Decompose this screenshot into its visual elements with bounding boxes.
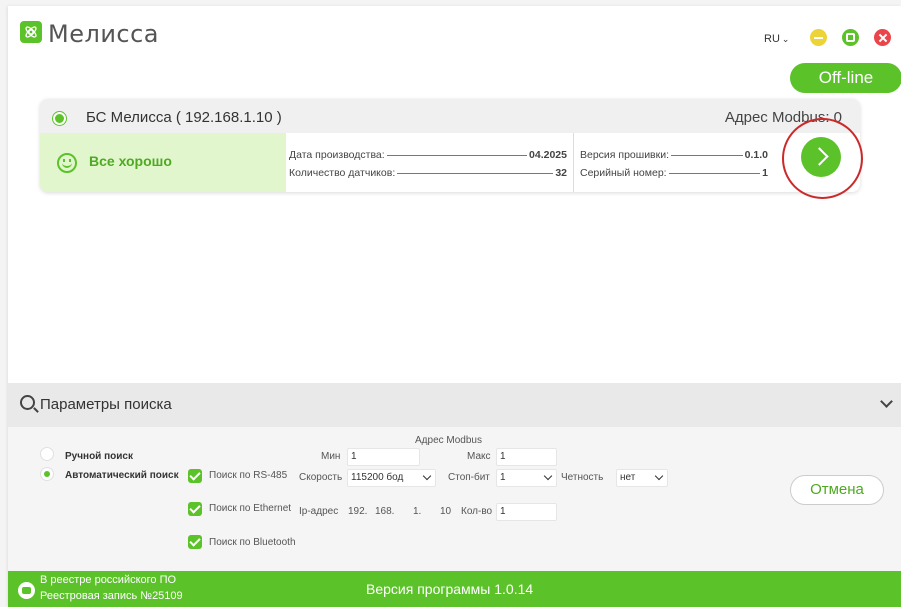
bluetooth-label: Поиск по Bluetooth — [209, 537, 296, 548]
ip-octet-3[interactable]: 1. — [413, 506, 421, 517]
ethernet-label: Поиск по Ethernet — [209, 503, 292, 514]
manual-search-radio[interactable] — [40, 447, 54, 461]
registry-line-2: Реестровая запись №25109 — [40, 590, 183, 602]
auto-search-radio[interactable] — [40, 467, 54, 481]
speed-select[interactable]: 115200 бод — [347, 469, 436, 487]
chevron-down-icon — [422, 471, 432, 481]
parity-label: Четность — [561, 472, 604, 483]
chevron-down-icon: ⌄ — [781, 34, 790, 44]
manual-search-label: Ручной поиск — [65, 451, 133, 462]
auto-search-label: Автоматический поиск — [65, 470, 179, 481]
search-params-header[interactable]: Параметры поиска — [8, 383, 901, 427]
rs485-checkbox[interactable] — [188, 469, 202, 483]
parity-select[interactable]: нет — [616, 469, 668, 487]
min-address-input[interactable]: 1 — [347, 448, 420, 466]
device-name: БС Мелисса ( 192.168.1.10 ) — [86, 109, 282, 126]
device-status-text: Все хорошо — [89, 153, 172, 169]
production-date-row: Дата производства: 04.2025 — [289, 149, 567, 161]
min-label: Мин — [321, 451, 341, 462]
footer-bar: В реестре российского ПО Реестровая запи… — [8, 571, 901, 607]
device-status-panel: Все хорошо — [40, 133, 286, 192]
app-window: Мелисса RU ⌄ Off-line БС Мелисса ( 192.16… — [8, 6, 901, 607]
serial-row: Серийный номер: 1 — [580, 167, 768, 179]
serial-label: Серийный номер: — [580, 167, 667, 179]
search-params-panel: Ручной поиск Автоматический поиск Адрес … — [8, 427, 901, 571]
highlight-ring — [782, 118, 863, 199]
sensors-count-label: Количество датчиков: — [289, 167, 396, 179]
app-title: Мелисса — [48, 20, 160, 48]
firmware-row: Версия прошивки: 0.1.0 — [580, 149, 768, 161]
firmware-value: 0.1.0 — [744, 149, 768, 161]
speed-value: 115200 бод — [351, 472, 404, 483]
close-button[interactable] — [874, 29, 891, 46]
ip-octet-1[interactable]: 192. — [348, 506, 367, 517]
count-label: Кол-во — [461, 506, 493, 517]
ip-octet-2[interactable]: 168. — [375, 506, 394, 517]
ip-octet-4[interactable]: 10 — [440, 506, 451, 517]
modbus-address-caption: Адрес Modbus — [415, 435, 482, 446]
search-icon — [20, 395, 35, 410]
language-value: RU — [764, 33, 780, 45]
smile-icon — [57, 153, 77, 173]
bluetooth-checkbox[interactable] — [188, 535, 202, 549]
parity-value: нет — [620, 472, 636, 483]
max-address-input[interactable]: 1 — [496, 448, 557, 466]
program-version: Версия программы 1.0.14 — [366, 581, 534, 597]
sensors-count-row: Количество датчиков: 32 — [289, 167, 567, 179]
minimize-button[interactable] — [810, 29, 827, 46]
chevron-down-icon — [543, 471, 553, 481]
stopbit-label: Стоп-бит — [448, 472, 490, 483]
device-info-panel: Дата производства: 04.2025 Количество да… — [286, 133, 860, 192]
app-logo-icon — [20, 21, 42, 43]
max-label: Макс — [467, 451, 491, 462]
firmware-label: Версия прошивки: — [580, 149, 670, 161]
device-online-indicator — [53, 112, 66, 125]
stopbit-value: 1 — [500, 472, 506, 483]
connection-status-badge[interactable]: Off-line — [790, 63, 901, 93]
registry-line-1: В реестре российского ПО — [40, 574, 177, 586]
chevron-down-icon — [654, 471, 664, 481]
production-date-label: Дата производства: — [289, 149, 385, 161]
stopbit-select[interactable]: 1 — [496, 469, 557, 487]
sensors-count-value: 32 — [555, 167, 567, 179]
device-card[interactable]: БС Мелисса ( 192.168.1.10 ) Адрес Modbus… — [40, 99, 860, 192]
chevron-down-icon[interactable] — [880, 395, 893, 408]
serial-value: 1 — [762, 167, 768, 179]
search-params-title: Параметры поиска — [40, 396, 172, 413]
ip-label: Ip-адрес — [299, 506, 339, 517]
ethernet-checkbox[interactable] — [188, 502, 202, 516]
rs485-label: Поиск по RS-485 — [209, 470, 288, 481]
maximize-button[interactable] — [842, 29, 859, 46]
registry-icon — [18, 582, 35, 599]
production-date-value: 04.2025 — [529, 149, 567, 161]
count-input[interactable]: 1 — [496, 503, 557, 521]
language-selector[interactable]: RU ⌄ — [764, 33, 789, 45]
speed-label: Скорость — [299, 472, 343, 483]
cancel-button[interactable]: Отмена — [790, 475, 884, 505]
